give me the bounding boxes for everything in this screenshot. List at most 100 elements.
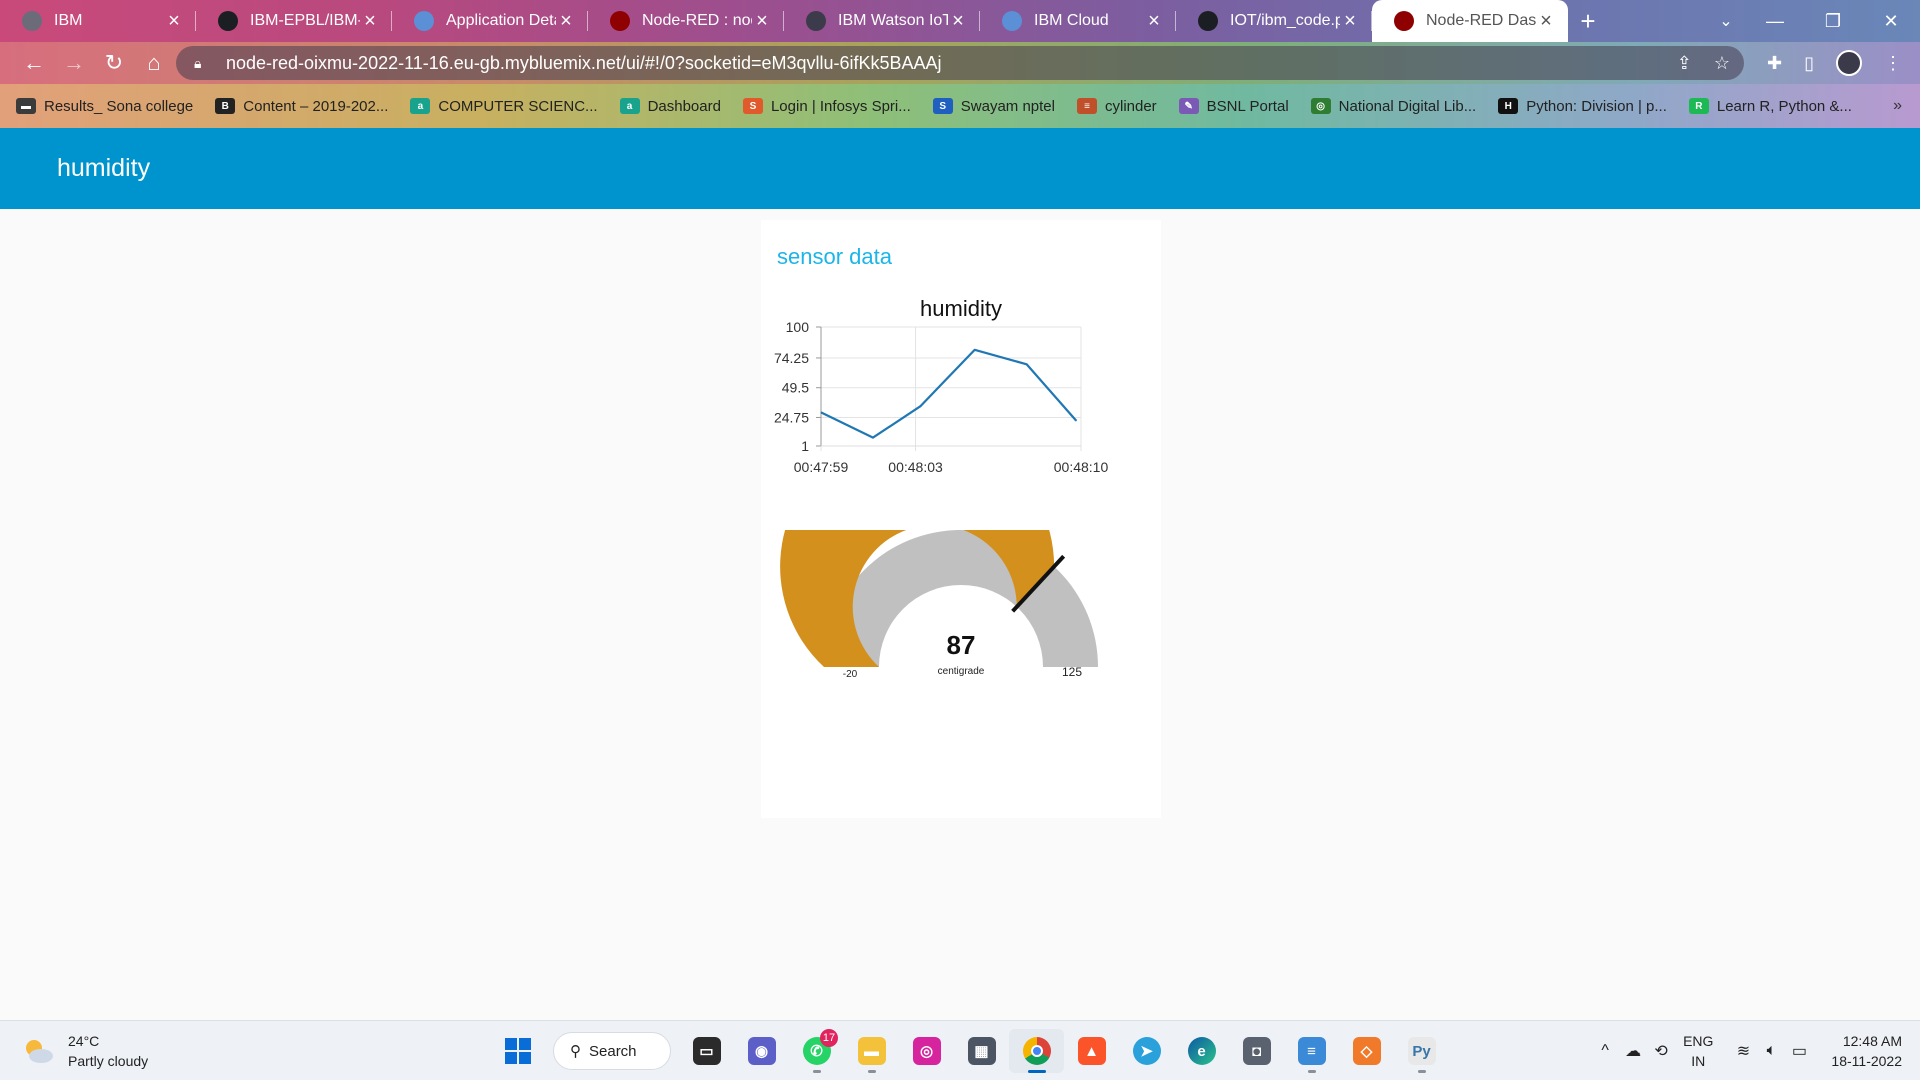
- browser-tab[interactable]: Node-RED : node×: [588, 0, 784, 42]
- bookmark-list: ▬ Results_ Sona college B Content – 2019-20…: [16, 98, 1874, 115]
- start-button[interactable]: [490, 1029, 545, 1073]
- close-window-icon[interactable]: ✕: [1862, 0, 1920, 42]
- bookmark-item[interactable]: a Dashboard: [619, 98, 721, 115]
- browser-tab[interactable]: IBM ×: [0, 0, 196, 42]
- lock-icon[interactable]: 🔒︎: [194, 55, 208, 72]
- camera-button[interactable]: ◘: [1229, 1029, 1284, 1073]
- bookmark-favicon-icon: ▬: [16, 98, 36, 114]
- bookmark-item[interactable]: a COMPUTER SCIENC...: [410, 98, 598, 115]
- brave-button[interactable]: ▲: [1064, 1029, 1119, 1073]
- browser-tab[interactable]: IBM Cloud ×: [980, 0, 1176, 42]
- telegram-button[interactable]: ➤: [1119, 1029, 1174, 1073]
- clock-date: 18-11-2022: [1831, 1053, 1902, 1069]
- y-tick-label: 24.75: [774, 409, 809, 425]
- wifi-icon[interactable]: ≋: [1729, 1041, 1757, 1061]
- chevron-up-icon[interactable]: ^: [1591, 1042, 1619, 1060]
- chrome-icon: [1022, 1037, 1051, 1065]
- browser-tab[interactable]: IBM Watson IoT P×: [784, 0, 980, 42]
- teams-button[interactable]: ◉: [734, 1029, 789, 1073]
- browser-tab[interactable]: Node-RED Dashb×: [1372, 0, 1568, 42]
- menu-icon[interactable]: ⋮: [1884, 53, 1902, 74]
- back-icon[interactable]: ←: [14, 43, 54, 83]
- edge-icon: e: [1187, 1037, 1216, 1065]
- bookmark-item[interactable]: ✎ BSNL Portal: [1178, 98, 1289, 115]
- reload-icon[interactable]: ↻: [94, 43, 134, 83]
- minimize-icon[interactable]: —: [1746, 0, 1804, 42]
- bookmark-label: Python: Division | p...: [1526, 97, 1667, 115]
- bookmark-item[interactable]: S Swayam nptel: [932, 97, 1055, 115]
- notepad-icon: ≡: [1297, 1037, 1326, 1065]
- whatsapp-badge: 17: [820, 1029, 838, 1047]
- browser-tab[interactable]: IOT/ibm_code.py ×: [1176, 0, 1372, 42]
- windows-logo-icon: [504, 1038, 531, 1064]
- x-tick-label: 00:47:59: [794, 459, 849, 475]
- bookmark-item[interactable]: ◎ National Digital Lib...: [1310, 98, 1476, 115]
- calculator-button[interactable]: ▦: [954, 1029, 1009, 1073]
- browser-tab[interactable]: Application Detai ×: [392, 0, 588, 42]
- sync-icon[interactable]: ⟲: [1647, 1041, 1675, 1061]
- bookmark-label: Swayam nptel: [960, 97, 1055, 115]
- bookmark-favicon-icon: S: [932, 98, 953, 114]
- profile-avatar[interactable]: [1836, 50, 1862, 76]
- weather-widget[interactable]: 24°C Partly cloudy: [22, 1031, 148, 1071]
- instagram-button[interactable]: ◎: [899, 1029, 954, 1073]
- screenshot-tool-button[interactable]: ◇: [1339, 1029, 1394, 1073]
- running-indicator: [867, 1070, 876, 1073]
- tab-close-icon[interactable]: ×: [1144, 11, 1164, 31]
- running-indicator: [1417, 1070, 1426, 1073]
- bookmark-favicon-icon: a: [410, 98, 431, 114]
- ibm-cloud-icon: [1002, 11, 1022, 31]
- tab-close-icon[interactable]: ×: [556, 11, 576, 31]
- restore-icon[interactable]: ❐: [1804, 0, 1862, 42]
- home-icon[interactable]: ⌂: [134, 43, 174, 83]
- bookmark-star-icon[interactable]: ☆: [1714, 53, 1730, 74]
- bookmark-item[interactable]: R Learn R, Python &...: [1688, 97, 1852, 115]
- browser-toolbar: ← → ↻ ⌂ 🔒︎ node-red-oixmu-2022-11-16.eu-…: [0, 42, 1920, 84]
- language-indicator[interactable]: ENG IN: [1683, 1031, 1713, 1071]
- notepad-button[interactable]: ≡: [1284, 1029, 1339, 1073]
- forward-icon[interactable]: →: [54, 43, 94, 83]
- active-indicator: [1027, 1070, 1046, 1073]
- bookmark-favicon-icon: a: [619, 98, 640, 114]
- tab-search-icon[interactable]: ⌄: [1706, 0, 1746, 42]
- edge-button[interactable]: e: [1174, 1029, 1229, 1073]
- bookmark-item[interactable]: ≡ cylinder: [1076, 98, 1157, 115]
- telegram-icon: ➤: [1132, 1037, 1161, 1065]
- onedrive-icon[interactable]: ☁: [1619, 1041, 1647, 1061]
- bookmark-label: Learn R, Python &...: [1716, 97, 1852, 115]
- tab-close-icon[interactable]: ×: [752, 11, 772, 31]
- tab-close-icon[interactable]: ×: [948, 11, 968, 31]
- chrome-button[interactable]: [1009, 1029, 1064, 1073]
- address-bar[interactable]: 🔒︎ node-red-oixmu-2022-11-16.eu-gb.myblu…: [176, 46, 1744, 80]
- volume-icon[interactable]: 🔈︎: [1757, 1042, 1785, 1060]
- tab-close-icon[interactable]: ×: [1340, 11, 1360, 31]
- python-idle-button[interactable]: Py: [1394, 1029, 1449, 1073]
- tab-close-icon[interactable]: ×: [1536, 11, 1556, 31]
- system-clock[interactable]: 12:48 AM 18-11-2022: [1831, 1031, 1902, 1071]
- side-panel-icon[interactable]: ▯: [1804, 53, 1814, 74]
- task-view-icon: ▭: [692, 1037, 721, 1065]
- data-point: [872, 437, 874, 439]
- bookmark-item[interactable]: ▬ Results_ Sona college: [16, 98, 193, 115]
- tab-close-icon[interactable]: ×: [360, 11, 380, 31]
- python-icon: Py: [1407, 1037, 1436, 1065]
- more-bookmarks-icon[interactable]: »: [1893, 84, 1902, 128]
- whatsapp-button[interactable]: ✆ 17: [789, 1029, 844, 1073]
- taskbar-search[interactable]: ⚲ Search: [553, 1032, 671, 1070]
- bookmark-item[interactable]: B Content – 2019-202...: [215, 98, 388, 115]
- browser-tab[interactable]: IBM-EPBL/IBM-Pr×: [196, 0, 392, 42]
- battery-icon[interactable]: ▭: [1785, 1041, 1813, 1061]
- bookmark-favicon-icon: ◎: [1310, 98, 1331, 114]
- tab-close-icon[interactable]: ×: [164, 11, 184, 31]
- y-tick-label: 1: [801, 438, 809, 454]
- browser-tab-strip: IBM×IBM-EPBL/IBM-Pr×Application Detai×No…: [0, 0, 1920, 42]
- task-view-button[interactable]: ▭: [679, 1029, 734, 1073]
- share-icon[interactable]: ⇪: [1677, 53, 1692, 74]
- bookmark-label: Login | Infosys Spri...: [770, 97, 911, 115]
- bookmark-item[interactable]: H Python: Division | p...: [1498, 98, 1667, 115]
- bookmark-item[interactable]: S Login | Infosys Spri...: [742, 97, 911, 115]
- extensions-icon[interactable]: ✚: [1767, 53, 1782, 74]
- new-tab-button[interactable]: +: [1568, 0, 1608, 42]
- globe-icon: [22, 11, 42, 31]
- file-explorer-button[interactable]: ▬: [844, 1029, 899, 1073]
